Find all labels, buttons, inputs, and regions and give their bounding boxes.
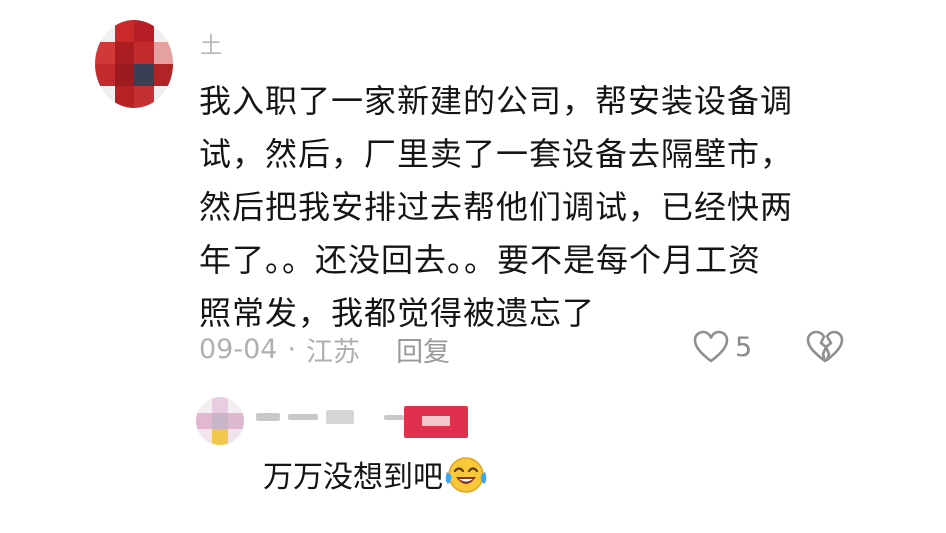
avatar-pixel (212, 429, 228, 445)
avatar-pixel (212, 413, 228, 429)
reply-message: 万万没想到吧 (263, 460, 443, 495)
avatar-pixel (196, 429, 212, 445)
avatar[interactable] (95, 20, 173, 108)
badge-label-blurred (422, 416, 450, 426)
comment-meta: 09-04 · 江苏 回复 (199, 330, 450, 369)
avatar-pixel (153, 86, 173, 108)
avatar-pixel (153, 64, 173, 86)
comment-date: 09-04 (199, 334, 278, 365)
avatar-pixel (95, 20, 115, 42)
heart-outline-icon (693, 330, 729, 363)
username[interactable]: 土 (200, 28, 222, 60)
avatar-pixel (114, 86, 134, 108)
reply-text: 万万没想到吧 (263, 452, 489, 496)
blur-block (326, 410, 354, 424)
avatar-pixel (134, 42, 154, 64)
reply-avatar[interactable] (196, 397, 244, 445)
avatar-pixel (134, 64, 154, 86)
avatar-pixel (95, 42, 115, 64)
comment-location: 江苏 (306, 337, 361, 368)
avatar-pixel (153, 20, 173, 42)
avatar-pixel (228, 413, 244, 429)
avatar-pixel (95, 86, 115, 108)
broken-heart-icon (806, 330, 844, 363)
avatar-pixel (114, 20, 134, 42)
avatar-pixel (134, 86, 154, 108)
user-badge (404, 406, 468, 438)
comment-text: 我入职了一家新建的公司，帮安装设备调 试，然后，厂里卖了一套设备去隔壁市， 然后… (199, 75, 839, 340)
blur-block (384, 414, 404, 420)
like-button[interactable]: 5 (693, 330, 752, 364)
like-count: 5 (735, 331, 753, 363)
avatar-pixel (114, 42, 134, 64)
blur-block (256, 413, 280, 421)
meta-separator: · (287, 334, 297, 365)
laughing-crying-emoji-icon (445, 457, 487, 493)
reply-username-blurred[interactable] (256, 410, 404, 424)
avatar-pixel (134, 20, 154, 42)
comment-line: 然后把我安排过去帮他们调试，已经快两 (199, 188, 794, 226)
avatar-pixel (212, 397, 228, 413)
avatar-pixel (153, 42, 173, 64)
avatar-pixel (228, 397, 244, 413)
avatar-pixel (196, 413, 212, 429)
avatar-pixel (95, 64, 115, 86)
comment-line: 试，然后，厂里卖了一套设备去隔壁市， (199, 135, 794, 173)
avatar-pixel (196, 397, 212, 413)
comment-line: 我入职了一家新建的公司，帮安装设备调 (199, 82, 794, 120)
blur-block (288, 414, 318, 420)
reply-button[interactable]: 回复 (396, 330, 450, 369)
dislike-button[interactable] (806, 330, 844, 368)
avatar-pixel (228, 429, 244, 445)
comment-line: 年了。。还没回去。。要不是每个月工资 (199, 241, 762, 279)
avatar-pixel (114, 64, 134, 86)
